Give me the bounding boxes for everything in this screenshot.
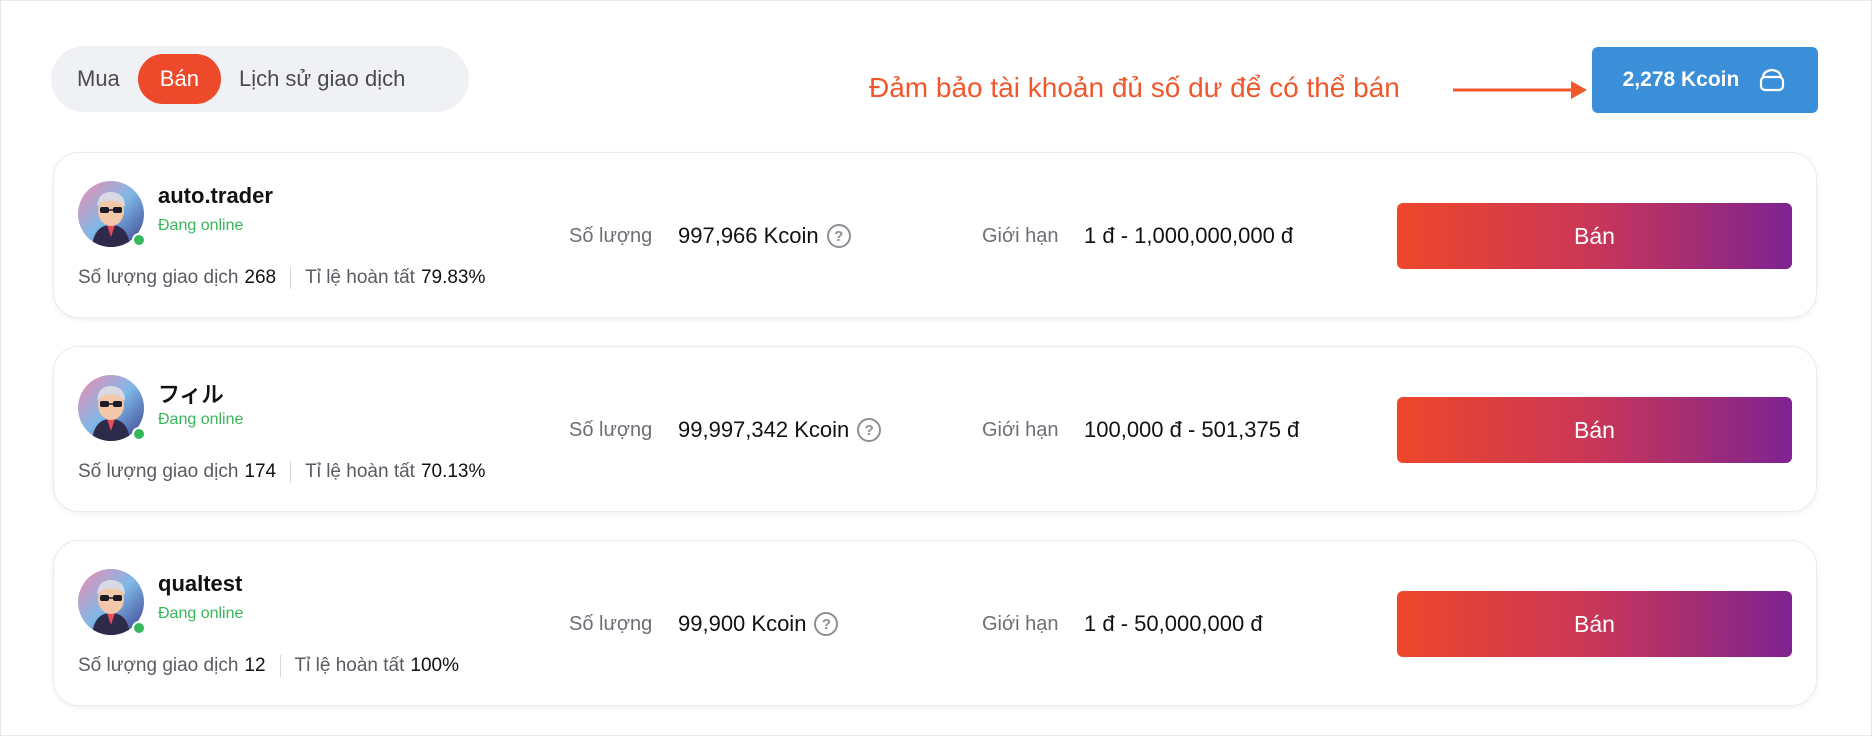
sell-button[interactable]: Bán xyxy=(1397,591,1792,657)
limit-value: 100,000 đ - 501,375 đ xyxy=(1084,417,1300,442)
completion-label: Tỉ lệ hoàn tất xyxy=(305,267,415,288)
quantity-label: Số lượng xyxy=(569,613,653,635)
completion-rate: 79.83% xyxy=(420,267,486,288)
trades-label: Số lượng giao dịch xyxy=(78,267,239,288)
trader-card: フィル Đang online Số lượng giao dịch 174 T… xyxy=(53,346,1817,512)
online-status: Đang online xyxy=(158,217,244,234)
quantity-label: Số lượng xyxy=(569,419,653,441)
completion-label: Tỉ lệ hoàn tất xyxy=(294,655,405,676)
page-frame: Mua Bán Lịch sử giao dịch Đảm bảo tài kh… xyxy=(0,0,1872,736)
limit-label: Giới hạn xyxy=(982,613,1059,635)
stats-divider xyxy=(290,267,292,289)
trades-count: 12 xyxy=(244,655,266,676)
completion-rate: 100% xyxy=(410,655,459,676)
tab-history[interactable]: Lịch sử giao dịch xyxy=(221,54,423,104)
balance-label: 2,278 Kcoin xyxy=(1622,68,1740,91)
tab-sell[interactable]: Bán xyxy=(137,54,221,104)
trades-label: Số lượng giao dịch xyxy=(78,655,239,676)
completion-rate: 70.13% xyxy=(420,461,486,482)
sell-button[interactable]: Bán xyxy=(1397,203,1792,269)
trader-card: auto.trader Đang online Số lượng giao dị… xyxy=(53,152,1817,318)
help-icon[interactable]: ? xyxy=(857,418,882,442)
trader-name[interactable]: qualtest xyxy=(158,571,242,597)
quantity-value-group: 99,900 Kcoin ? xyxy=(678,611,839,637)
online-indicator xyxy=(132,621,146,635)
trader-name[interactable]: フィル xyxy=(158,377,224,409)
tab-bar: Mua Bán Lịch sử giao dịch xyxy=(51,46,469,112)
trades-label: Số lượng giao dịch xyxy=(78,461,239,482)
online-indicator xyxy=(132,233,146,247)
trades-count: 268 xyxy=(244,267,277,288)
arrow-right-icon xyxy=(1453,81,1587,99)
trader-card: qualtest Đang online Số lượng giao dịch … xyxy=(53,540,1817,706)
limit-label: Giới hạn xyxy=(982,419,1059,441)
wallet-icon xyxy=(1760,68,1785,92)
quantity-value: 99,997,342 Kcoin xyxy=(678,417,850,442)
trader-stats: Số lượng giao dịch 174 Tỉ lệ hoàn tất 70… xyxy=(78,461,485,483)
trades-count: 174 xyxy=(244,461,277,482)
help-icon[interactable]: ? xyxy=(826,224,851,248)
help-icon[interactable]: ? xyxy=(814,612,839,636)
quantity-value-group: 997,966 Kcoin ? xyxy=(678,223,851,249)
trader-stats: Số lượng giao dịch 268 Tỉ lệ hoàn tất 79… xyxy=(78,267,485,289)
online-status: Đang online xyxy=(158,411,244,428)
quantity-value: 99,900 Kcoin xyxy=(678,611,807,636)
completion-label: Tỉ lệ hoàn tất xyxy=(305,461,415,482)
limit-label: Giới hạn xyxy=(982,225,1059,247)
trader-stats: Số lượng giao dịch 12 Tỉ lệ hoàn tất 100… xyxy=(78,655,459,677)
stats-divider xyxy=(279,655,281,677)
quantity-label: Số lượng xyxy=(569,225,653,247)
online-indicator xyxy=(132,427,146,441)
online-status: Đang online xyxy=(158,605,244,622)
quantity-value-group: 99,997,342 Kcoin ? xyxy=(678,417,882,443)
trader-name[interactable]: auto.trader xyxy=(158,183,273,209)
limit-value: 1 đ - 1,000,000,000 đ xyxy=(1084,223,1294,248)
balance-annotation: Đảm bảo tài khoản đủ số dư để có thể bán xyxy=(869,72,1400,103)
tab-buy[interactable]: Mua xyxy=(59,54,138,104)
sell-button[interactable]: Bán xyxy=(1397,397,1792,463)
stats-divider xyxy=(290,461,292,483)
balance-button[interactable]: 2,278 Kcoin xyxy=(1592,47,1818,113)
limit-value: 1 đ - 50,000,000 đ xyxy=(1084,611,1263,636)
quantity-value: 997,966 Kcoin xyxy=(678,223,819,248)
